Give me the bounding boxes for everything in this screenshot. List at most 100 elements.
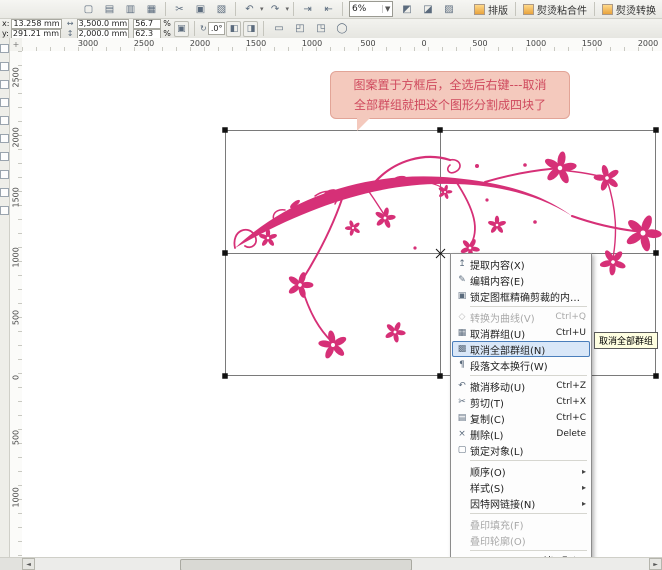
mirror-vertical-button[interactable]: ◨ xyxy=(243,21,258,37)
wrap-text-icon[interactable]: ▭ xyxy=(269,20,288,37)
export-icon[interactable]: ⇤ xyxy=(319,1,338,18)
import-icon[interactable]: ⇥ xyxy=(298,1,317,18)
menu-item-ungroup-shortcut: Ctrl+U xyxy=(548,328,586,338)
menu-item-ungroup[interactable]: ▦取消群组(U)Ctrl+U xyxy=(452,325,590,341)
menu-item-styles[interactable]: 样式(S)▸ xyxy=(452,479,590,495)
y-label: y: xyxy=(2,29,9,38)
menu-item-lock-powerclip-contents[interactable]: ▣锁定图框精确剪裁的内容(P) xyxy=(452,288,590,304)
standard-toolbar-icons: ▢▤▥▦✂▣▧↶▾↷▾⇥⇤ xyxy=(78,1,346,18)
tool-icon[interactable] xyxy=(0,80,9,89)
callout-line-1: 图案置于方框后，全选后右键---取消 xyxy=(354,75,547,95)
menu-item-internet-links-label: 因特网链接(N) xyxy=(470,496,535,511)
horizontal-scrollbar[interactable]: ◄ ► xyxy=(0,557,662,570)
menu-item-overprint-fill: 叠印填充(F) xyxy=(452,516,590,532)
menu-item-lock-object[interactable]: ▢锁定对象(L) xyxy=(452,442,590,458)
redo-icon-dropdown[interactable]: ▾ xyxy=(286,5,290,13)
object-size-group: ↔ 3,500.0 mm ↕ 2,000.0 mm xyxy=(66,19,130,39)
copy-icon[interactable]: ▣ xyxy=(191,1,210,18)
menu-item-delete[interactable]: ×删除(L)Delete xyxy=(452,426,590,442)
menu-item-undo-move-label: 撤消移动(U) xyxy=(470,379,525,394)
tool-icon[interactable] xyxy=(0,206,9,215)
submenu-arrow-icon: ▸ xyxy=(582,483,586,492)
menu-item-copy-shortcut: Ctrl+C xyxy=(548,413,586,423)
object-height-field[interactable]: 2,000.0 mm xyxy=(77,29,130,39)
rotation-angle-value: .0 xyxy=(211,24,219,33)
rotation-icon: ↻ xyxy=(199,24,208,33)
application-launcher-icon[interactable]: ◩ xyxy=(397,1,416,18)
ruler-tick-label: 2000 xyxy=(190,39,210,48)
scale-y-field[interactable]: 62.3 xyxy=(133,29,161,39)
toolbar-button-iron-adhesive[interactable]: 熨烫粘合件 xyxy=(523,2,587,17)
propbar-extra-icons: ▭◰◳◯ xyxy=(268,20,352,37)
tool-icon[interactable] xyxy=(0,170,9,179)
toolbar-button-layout[interactable]: 排版 xyxy=(474,2,508,17)
extract-contents-icon: ↥ xyxy=(454,259,470,269)
scrollbar-thumb[interactable] xyxy=(180,559,412,570)
paste-icon[interactable]: ▧ xyxy=(212,1,231,18)
menu-separator xyxy=(470,550,587,551)
callout-line-2: 全部群组就把这个图形分割成四块了 xyxy=(354,95,546,115)
cut-icon[interactable]: ✂ xyxy=(170,1,189,18)
save-icon[interactable]: ▥ xyxy=(121,1,140,18)
tool-icon[interactable] xyxy=(0,188,9,197)
menu-item-ungroup-all[interactable]: ▩取消全部群组(N) xyxy=(452,341,590,357)
convert-outline-icon[interactable]: ◯ xyxy=(332,20,351,37)
scale-group: 56.7 % 62.3 % xyxy=(133,19,171,39)
scale-ratio-lock-icon[interactable]: ▣ xyxy=(174,21,189,37)
ruler-tick-label: 1000 xyxy=(12,248,21,268)
menu-item-internet-links[interactable]: 因特网链接(N)▸ xyxy=(452,495,590,511)
drawing-canvas[interactable]: 图案置于方框后，全选后右键---取消 全部群组就把这个图形分割成四块了 ↥提取内… xyxy=(22,51,662,557)
menu-item-overprint-outline-label: 叠印轮廓(O) xyxy=(470,533,526,548)
tool-icon[interactable] xyxy=(0,98,9,107)
toolbar-separator xyxy=(165,2,166,16)
open-icon[interactable]: ▤ xyxy=(100,1,119,18)
scroll-right-button[interactable]: ► xyxy=(649,558,662,570)
x-position-field[interactable]: 13.258 mm xyxy=(11,19,61,29)
menu-item-order-label: 顺序(O) xyxy=(470,464,506,479)
ruler-tick-label: 2500 xyxy=(12,68,21,88)
tool-icon[interactable] xyxy=(0,152,9,161)
menu-item-ungroup-label: 取消群组(U) xyxy=(470,326,525,341)
new-document-icon[interactable]: ▢ xyxy=(79,1,98,18)
menu-item-order[interactable]: 顺序(O)▸ xyxy=(452,463,590,479)
menu-item-undo-move[interactable]: ↶撤消移动(U)Ctrl+Z xyxy=(452,378,590,394)
menu-item-edit-contents[interactable]: ✎编辑内容(E) xyxy=(452,272,590,288)
edit-contents-icon: ✎ xyxy=(454,275,470,285)
print-icon[interactable]: ▦ xyxy=(142,1,161,18)
menu-item-extract-contents-label: 提取内容(X) xyxy=(470,257,525,272)
y-position-field[interactable]: 291.21 mm xyxy=(11,29,61,39)
toolbar-button-iron-convert-icon xyxy=(602,4,613,15)
menu-item-wrap-paragraph-text[interactable]: ¶段落文本换行(W) xyxy=(452,357,590,373)
welcome-screen-icon[interactable]: ◪ xyxy=(418,1,437,18)
cut-icon: ✂ xyxy=(454,397,470,407)
ruler-tick-label: 2000 xyxy=(638,39,658,48)
mirror-horizontal-button[interactable]: ◧ xyxy=(226,21,241,37)
redo-icon[interactable]: ↷ xyxy=(266,1,285,18)
zoom-level-dropdown[interactable]: 6% ▼ xyxy=(349,1,393,17)
undo-icon-dropdown[interactable]: ▾ xyxy=(260,5,264,13)
propbar-separator xyxy=(194,21,195,36)
zoom-level-value: 6% xyxy=(352,4,382,14)
object-width-field[interactable]: 3,500.0 mm xyxy=(77,19,130,29)
tool-icon[interactable] xyxy=(0,62,9,71)
to-front-icon[interactable]: ◰ xyxy=(290,20,309,37)
to-back-icon[interactable]: ◳ xyxy=(311,20,330,37)
tool-icon[interactable] xyxy=(0,116,9,125)
menu-item-cut[interactable]: ✂剪切(T)Ctrl+X xyxy=(452,394,590,410)
tooltip: 取消全部群组 xyxy=(594,332,658,349)
menu-item-cut-label: 剪切(T) xyxy=(470,395,504,410)
toolbar-button-layout-label: 排版 xyxy=(488,2,508,17)
scale-x-field[interactable]: 56.7 xyxy=(133,19,161,29)
toolbar-button-iron-convert[interactable]: 熨烫转换 xyxy=(602,2,656,17)
scroll-left-button[interactable]: ◄ xyxy=(22,558,35,570)
toolbar-button-iron-adhesive-icon xyxy=(523,4,534,15)
undo-icon[interactable]: ↶ xyxy=(240,1,259,18)
options-icon[interactable]: ▨ xyxy=(439,1,458,18)
tool-icon[interactable] xyxy=(0,134,9,143)
menu-item-copy[interactable]: ▤复制(C)Ctrl+C xyxy=(452,410,590,426)
horizontal-ruler[interactable]: 300025002000150010005000500100015002000 xyxy=(22,38,662,52)
menu-item-properties[interactable]: ≡属性(I)Alt+Enter xyxy=(452,553,590,557)
rotation-angle-field[interactable]: .0 ° xyxy=(208,22,226,35)
tool-icon[interactable] xyxy=(0,44,9,53)
menu-item-extract-contents[interactable]: ↥提取内容(X) xyxy=(452,256,590,272)
